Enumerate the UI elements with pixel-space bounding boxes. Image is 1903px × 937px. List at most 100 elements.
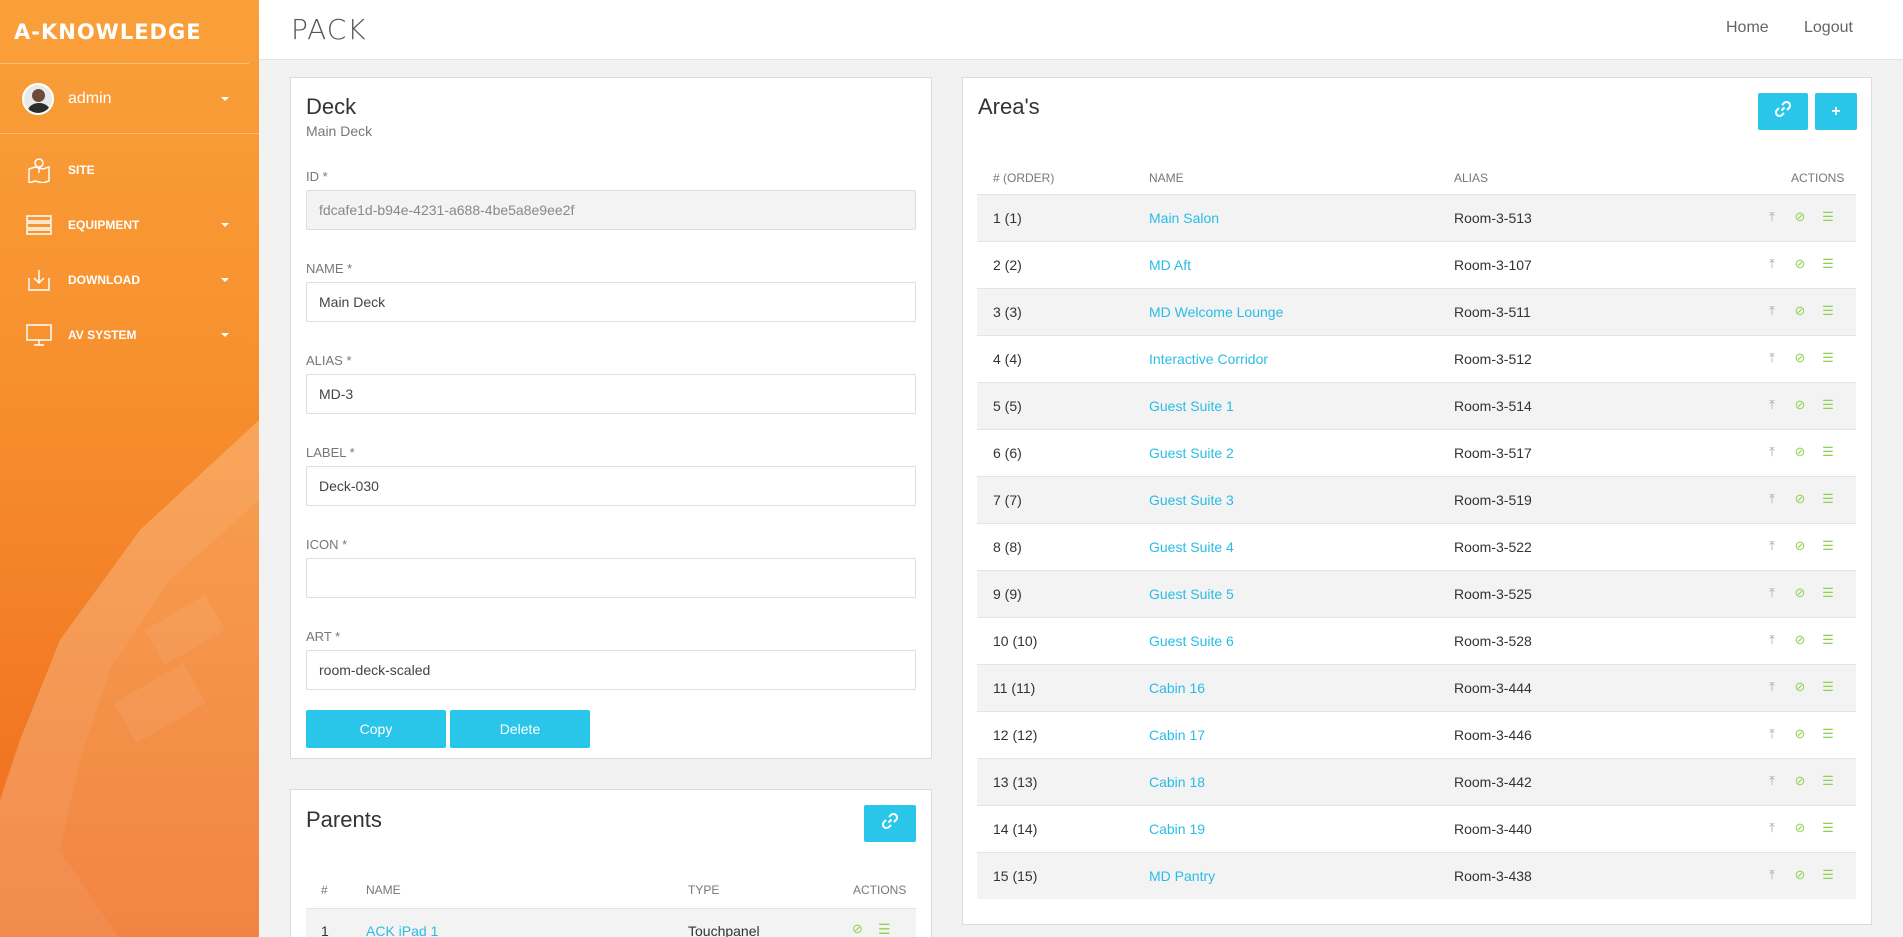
move-up-icon[interactable]: ⤒ — [1765, 256, 1779, 272]
delete-button[interactable]: Delete — [450, 710, 590, 748]
link-parent-button[interactable] — [864, 805, 916, 842]
row-name-link[interactable]: Guest Suite 1 — [1149, 398, 1234, 414]
row-actions: ⤒ ⊘ ☰ — [1765, 303, 1849, 319]
move-up-icon[interactable]: ⤒ — [1765, 209, 1779, 225]
sidebar-item-label: SITE — [68, 162, 95, 177]
row-name-link[interactable]: Guest Suite 4 — [1149, 539, 1234, 555]
move-up-icon[interactable]: ⤒ — [1765, 585, 1779, 601]
sidebar-item-equipment[interactable]: EQUIPMENT — [0, 197, 259, 252]
link-area-button[interactable] — [1758, 93, 1808, 130]
row-name-link[interactable]: MD Pantry — [1149, 868, 1215, 884]
move-up-icon[interactable]: ⤒ — [1765, 773, 1779, 789]
row-name-link[interactable]: Guest Suite 3 — [1149, 492, 1234, 508]
move-up-icon[interactable]: ⤒ — [1765, 444, 1779, 460]
menu-icon[interactable]: ☰ — [1821, 679, 1835, 695]
menu-icon[interactable]: ☰ — [1821, 867, 1835, 883]
menu-icon[interactable]: ☰ — [1821, 303, 1835, 319]
move-up-icon[interactable]: ⤒ — [1765, 538, 1779, 554]
row-alias: Room-3-519 — [1454, 492, 1532, 508]
row-order: 3 (3) — [993, 304, 1022, 320]
unlink-icon[interactable]: ⊘ — [1793, 303, 1807, 319]
unlink-icon[interactable]: ⊘ — [1793, 585, 1807, 601]
menu-icon[interactable]: ☰ — [1821, 632, 1835, 648]
menu-icon[interactable]: ☰ — [1821, 726, 1835, 742]
icon-field[interactable] — [306, 558, 916, 598]
move-up-icon[interactable]: ⤒ — [1765, 632, 1779, 648]
download-icon — [26, 267, 52, 293]
menu-icon[interactable]: ☰ — [878, 921, 891, 937]
row-order: 14 (14) — [993, 821, 1038, 837]
row-order: 5 (5) — [993, 398, 1022, 414]
unlink-icon[interactable]: ⊘ — [1793, 491, 1807, 507]
menu-icon[interactable]: ☰ — [1821, 256, 1835, 272]
row-name-link[interactable]: Cabin 19 — [1149, 821, 1205, 837]
brand-logo[interactable]: A-KNOWLEDGE — [0, 0, 249, 64]
move-up-icon[interactable]: ⤒ — [1765, 867, 1779, 883]
menu-icon[interactable]: ☰ — [1821, 209, 1835, 225]
row-name-link[interactable]: Cabin 18 — [1149, 774, 1205, 790]
art-field[interactable]: room-deck-scaled — [306, 650, 916, 690]
row-name-link[interactable]: Cabin 17 — [1149, 727, 1205, 743]
move-up-icon[interactable]: ⤒ — [1765, 491, 1779, 507]
name-field[interactable]: Main Deck — [306, 282, 916, 322]
unlink-icon[interactable]: ⊘ — [1793, 444, 1807, 460]
yacht-background-image — [0, 420, 259, 937]
row-name-link[interactable]: Guest Suite 6 — [1149, 633, 1234, 649]
sidebar-item-av-system[interactable]: AV SYSTEM — [0, 307, 259, 362]
unlink-icon[interactable]: ⊘ — [1793, 209, 1807, 225]
card-subtitle: Main Deck — [306, 123, 373, 139]
alias-field[interactable]: MD-3 — [306, 374, 916, 414]
menu-icon[interactable]: ☰ — [1821, 773, 1835, 789]
menu-icon[interactable]: ☰ — [1821, 350, 1835, 366]
unlink-icon[interactable]: ⊘ — [1793, 538, 1807, 554]
row-name-link[interactable]: ACK iPad 1 — [366, 923, 438, 937]
menu-icon[interactable]: ☰ — [1821, 397, 1835, 413]
copy-button[interactable]: Copy — [306, 710, 446, 748]
unlink-icon[interactable]: ⊘ — [1793, 679, 1807, 695]
menu-icon[interactable]: ☰ — [1821, 820, 1835, 836]
menu-icon[interactable]: ☰ — [1821, 538, 1835, 554]
app-logo[interactable]: PACK — [291, 13, 367, 46]
move-up-icon[interactable]: ⤒ — [1765, 303, 1779, 319]
add-area-button[interactable]: + — [1815, 93, 1857, 130]
move-up-icon[interactable]: ⤒ — [1765, 397, 1779, 413]
logout-link[interactable]: Logout — [1804, 19, 1853, 37]
sidebar-item-download[interactable]: DOWNLOAD — [0, 252, 259, 307]
home-link[interactable]: Home — [1726, 19, 1769, 37]
row-name-link[interactable]: Interactive Corridor — [1149, 351, 1268, 367]
unlink-icon[interactable]: ⊘ — [1793, 820, 1807, 836]
row-name-link[interactable]: Main Salon — [1149, 210, 1219, 226]
unlink-icon[interactable]: ⊘ — [1793, 350, 1807, 366]
chevron-down-icon — [221, 222, 229, 227]
unlink-icon[interactable]: ⊘ — [1793, 773, 1807, 789]
parents-card: Parents # NAME TYPE ACTIONS 1 ACK iPad 1… — [290, 789, 932, 937]
link-icon — [881, 812, 899, 834]
sidebar-item-site[interactable]: SITE — [0, 142, 259, 197]
row-number: 1 — [321, 923, 329, 937]
table-row: 15 (15) MD Pantry Room-3-438 ⤒ ⊘ ☰ — [977, 852, 1856, 899]
move-up-icon[interactable]: ⤒ — [1765, 820, 1779, 836]
row-name-link[interactable]: MD Aft — [1149, 257, 1191, 273]
link-icon — [1774, 100, 1792, 122]
label-field[interactable]: Deck-030 — [306, 466, 916, 506]
unlink-icon[interactable]: ⊘ — [1793, 256, 1807, 272]
row-name-link[interactable]: Guest Suite 2 — [1149, 445, 1234, 461]
row-name-link[interactable]: Cabin 16 — [1149, 680, 1205, 696]
move-up-icon[interactable]: ⤒ — [1765, 726, 1779, 742]
user-menu[interactable]: admin — [0, 64, 259, 134]
unlink-icon[interactable]: ⊘ — [1793, 726, 1807, 742]
menu-icon[interactable]: ☰ — [1821, 491, 1835, 507]
row-order: 9 (9) — [993, 586, 1022, 602]
row-name-link[interactable]: MD Welcome Lounge — [1149, 304, 1283, 320]
unlink-icon[interactable]: ⊘ — [1793, 632, 1807, 648]
row-actions: ⤒ ⊘ ☰ — [1765, 397, 1849, 413]
row-name-link[interactable]: Guest Suite 5 — [1149, 586, 1234, 602]
unlink-icon[interactable]: ⊘ — [1793, 867, 1807, 883]
menu-icon[interactable]: ☰ — [1821, 585, 1835, 601]
menu-icon[interactable]: ☰ — [1821, 444, 1835, 460]
table-row: 14 (14) Cabin 19 Room-3-440 ⤒ ⊘ ☰ — [977, 805, 1856, 852]
unlink-icon[interactable]: ⊘ — [852, 921, 863, 937]
move-up-icon[interactable]: ⤒ — [1765, 679, 1779, 695]
unlink-icon[interactable]: ⊘ — [1793, 397, 1807, 413]
move-up-icon[interactable]: ⤒ — [1765, 350, 1779, 366]
